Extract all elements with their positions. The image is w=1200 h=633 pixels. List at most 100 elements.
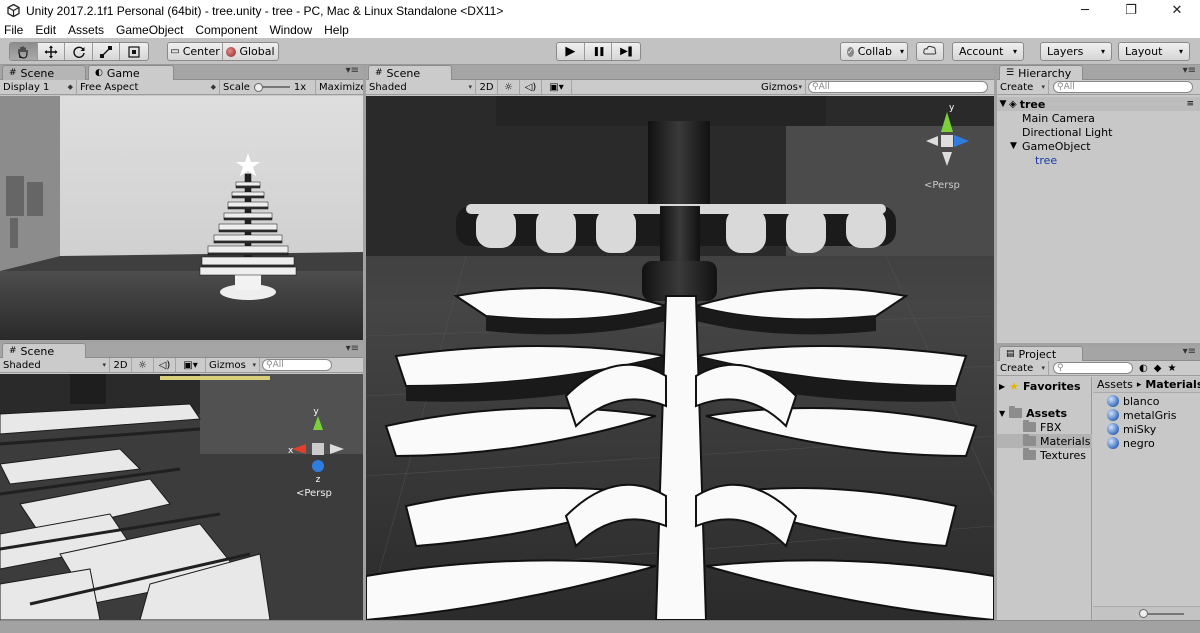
- favorites-row[interactable]: ▶ ★ Favorites: [999, 379, 1081, 393]
- project-search[interactable]: ⚲: [1053, 362, 1133, 374]
- material-sphere-icon: [1107, 409, 1119, 421]
- folder-textures[interactable]: Textures: [1023, 448, 1086, 462]
- menu-help[interactable]: Help: [324, 23, 349, 37]
- hierarchy-search[interactable]: ⚲ All: [1053, 81, 1193, 93]
- menu-assets[interactable]: Assets: [68, 23, 104, 37]
- project-create-dropdown[interactable]: Create ▾: [997, 361, 1049, 375]
- hierarchy-item-directional-light[interactable]: Directional Light: [997, 125, 1200, 139]
- scene-small-search[interactable]: ⚲ All: [262, 359, 332, 371]
- expand-arrow-icon[interactable]: ▼: [997, 99, 1009, 109]
- shading-dropdown[interactable]: Shaded ▾: [366, 80, 476, 94]
- breadcrumb-materials[interactable]: Materials: [1145, 378, 1200, 391]
- lighting-toggle-icon[interactable]: ☼: [132, 358, 154, 372]
- filter-type-icon[interactable]: ◐: [1139, 363, 1148, 374]
- folder-fbx[interactable]: FBX: [1023, 420, 1061, 434]
- pivot-center-button[interactable]: ▭ Center: [168, 43, 224, 60]
- tab-hierarchy[interactable]: ☰ Hierarchy: [999, 65, 1083, 80]
- assets-row[interactable]: ▼ Assets: [999, 406, 1067, 420]
- slider-thumb[interactable]: [1139, 609, 1148, 618]
- material-item[interactable]: miSky: [1107, 422, 1156, 436]
- step-button[interactable]: ▶❚: [612, 43, 640, 60]
- material-sphere-icon: [1107, 437, 1119, 449]
- hierarchy-create-dropdown[interactable]: Create ▾: [997, 80, 1049, 94]
- tab-scene-small[interactable]: # Scene: [2, 343, 86, 358]
- aspect-dropdown[interactable]: Free Aspect ◆: [77, 80, 220, 94]
- filter-label-icon[interactable]: ◆: [1154, 363, 1162, 374]
- maximize-toggle[interactable]: Maximize: [316, 80, 363, 94]
- tab-scene[interactable]: # Scene: [2, 65, 86, 80]
- rotate-tool-icon[interactable]: [65, 43, 93, 60]
- menu-gameobject[interactable]: GameObject: [116, 23, 183, 37]
- folder-icon: [1023, 420, 1036, 432]
- rect-tool-icon[interactable]: [120, 43, 148, 60]
- pivot-global-button[interactable]: Global: [223, 43, 278, 60]
- chevron-down-icon: ▾: [1100, 47, 1105, 56]
- menu-file[interactable]: File: [4, 23, 23, 37]
- pause-button[interactable]: ❚❚: [585, 43, 613, 60]
- scene-main-search[interactable]: ⚲ All: [808, 81, 988, 93]
- effects-dropdown-icon[interactable]: ▣▾: [542, 80, 572, 94]
- toggle-2d-button[interactable]: 2D: [476, 80, 498, 94]
- tab-hierarchy-label: Hierarchy: [1018, 66, 1072, 80]
- hierarchy-item-main-camera[interactable]: Main Camera: [997, 111, 1200, 125]
- hierarchy-item-tree[interactable]: tree: [997, 153, 1200, 167]
- hierarchy-tabbar: ☰ Hierarchy ▾≡: [997, 65, 1200, 80]
- shading-dropdown[interactable]: Shaded ▾: [0, 358, 110, 372]
- game-panel-toolbar: Display 1 ◆ Free Aspect ◆ Scale 1x Maxim…: [0, 80, 363, 95]
- panel-menu-icon[interactable]: ▾≡: [1183, 65, 1196, 76]
- menu-edit[interactable]: Edit: [35, 23, 56, 37]
- audio-toggle-icon[interactable]: ◁): [154, 358, 176, 372]
- panel-menu-icon[interactable]: ▾≡: [346, 65, 359, 76]
- expand-arrow-icon[interactable]: ▼: [1010, 141, 1022, 151]
- chevron-down-icon: ▾: [1041, 83, 1045, 91]
- scene-menu-icon[interactable]: ≡: [1186, 99, 1194, 109]
- collab-button[interactable]: ✓ Collab ▾: [840, 42, 908, 61]
- breadcrumb-assets[interactable]: Assets: [1097, 378, 1133, 391]
- cloud-button[interactable]: [916, 42, 944, 61]
- scene-row[interactable]: ▼ ◈ tree ≡: [997, 97, 1200, 111]
- persp-label[interactable]: <Persp: [296, 488, 332, 499]
- expand-arrow-icon[interactable]: ▶: [999, 382, 1005, 391]
- play-button[interactable]: ▶: [557, 43, 585, 60]
- icon-size-slider[interactable]: [1144, 613, 1184, 615]
- expand-arrow-icon[interactable]: ▼: [999, 409, 1005, 418]
- move-tool-icon[interactable]: [38, 43, 66, 60]
- tab-project[interactable]: ▤ Project: [999, 346, 1083, 361]
- minimize-button[interactable]: ─: [1062, 0, 1108, 21]
- hand-tool-icon[interactable]: [10, 43, 38, 60]
- display-dropdown[interactable]: Display 1 ◆: [0, 80, 77, 94]
- layers-dropdown[interactable]: Layers ▾: [1040, 42, 1112, 61]
- audio-toggle-icon[interactable]: ◁): [520, 80, 542, 94]
- gizmos-dropdown[interactable]: Gizmos ▾: [206, 358, 260, 372]
- scale-tool-icon[interactable]: [93, 43, 121, 60]
- material-item[interactable]: negro: [1107, 436, 1155, 450]
- chevron-down-icon: ▾: [252, 361, 256, 369]
- restore-button[interactable]: ❐: [1108, 0, 1154, 21]
- account-dropdown[interactable]: Account ▾: [952, 42, 1024, 61]
- scale-slider[interactable]: [253, 83, 290, 92]
- panel-menu-icon[interactable]: ▾≡: [346, 343, 359, 354]
- toggle-2d-button[interactable]: 2D: [110, 358, 132, 372]
- favorite-star-icon[interactable]: ★: [1167, 363, 1176, 374]
- material-item[interactable]: blanco: [1107, 394, 1160, 408]
- slider-thumb[interactable]: [253, 83, 263, 92]
- menu-window[interactable]: Window: [269, 23, 312, 37]
- folder-materials[interactable]: Materials: [997, 434, 1092, 448]
- lighting-toggle-icon[interactable]: ☼: [498, 80, 520, 94]
- scene-main-view[interactable]: y <Persp: [366, 96, 994, 620]
- persp-label[interactable]: <Persp: [924, 180, 960, 191]
- gizmos-dropdown[interactable]: Gizmos ▾: [758, 80, 806, 94]
- menu-component[interactable]: Component: [195, 23, 257, 37]
- close-button[interactable]: ✕: [1154, 0, 1200, 21]
- effects-dropdown-icon[interactable]: ▣▾: [176, 358, 206, 372]
- tab-game[interactable]: ◐ Game: [88, 65, 174, 80]
- layout-dropdown[interactable]: Layout ▾: [1118, 42, 1190, 61]
- tab-scene-main[interactable]: # Scene: [368, 65, 452, 80]
- scene-small-view[interactable]: y x z <Persp: [0, 374, 363, 620]
- panel-menu-icon[interactable]: ▾≡: [1183, 346, 1196, 357]
- hierarchy-item-gameobject[interactable]: ▼ GameObject: [997, 139, 1200, 153]
- material-item[interactable]: metalGris: [1107, 408, 1176, 422]
- menu-bar: File Edit Assets GameObject Component Wi…: [0, 21, 1200, 38]
- play-icon: ▶: [565, 44, 576, 59]
- game-view[interactable]: [0, 96, 363, 340]
